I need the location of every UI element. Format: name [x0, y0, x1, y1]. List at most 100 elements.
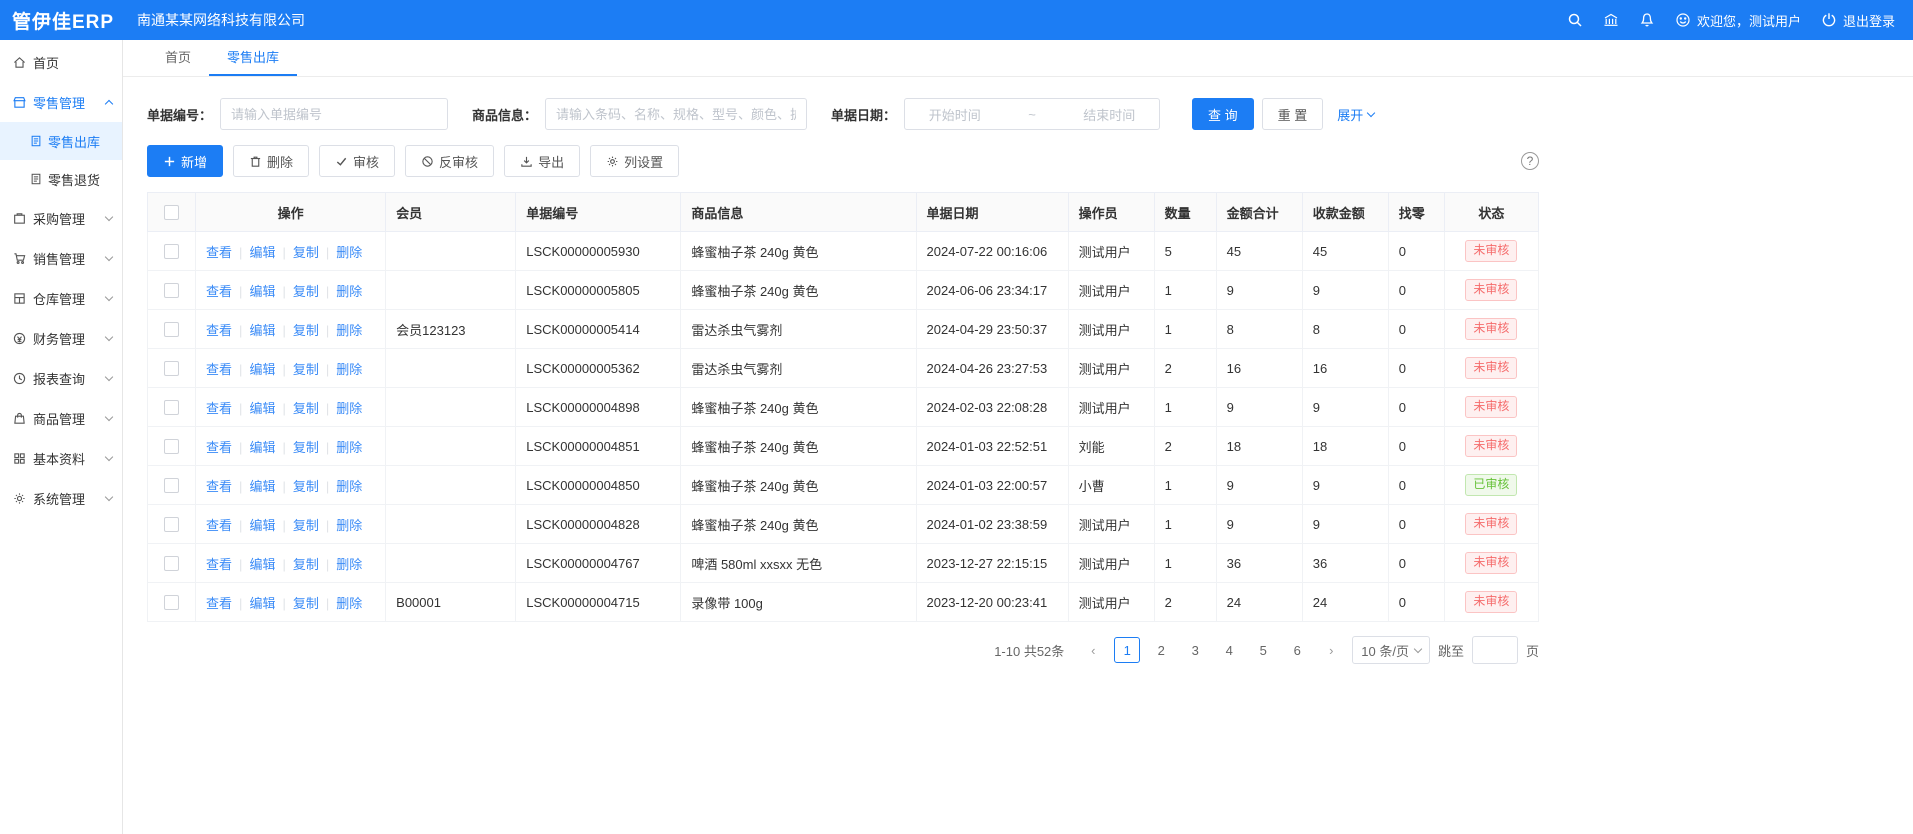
action-link-view[interactable]: 查看	[206, 323, 232, 338]
action-link-delete[interactable]: 删除	[336, 557, 362, 572]
page-size-select[interactable]: 10 条/页	[1352, 636, 1430, 664]
export-button[interactable]: 导出	[504, 145, 580, 177]
page-number-1[interactable]: 1	[1114, 637, 1140, 663]
page-number-6[interactable]: 6	[1284, 637, 1310, 663]
action-link-edit[interactable]: 编辑	[249, 518, 275, 533]
action-link-edit[interactable]: 编辑	[249, 323, 275, 338]
row-checkbox[interactable]	[164, 478, 179, 493]
action-link-edit[interactable]: 编辑	[249, 245, 275, 260]
expand-link[interactable]: 展开	[1337, 105, 1374, 124]
sidebar-item-home[interactable]: 首页	[0, 42, 122, 82]
sidebar-item-warehouse[interactable]: 仓库管理	[0, 278, 122, 318]
help-icon[interactable]: ?	[1521, 152, 1539, 170]
action-link-copy[interactable]: 复制	[293, 401, 319, 416]
action-link-copy[interactable]: 复制	[293, 479, 319, 494]
row-checkbox[interactable]	[164, 322, 179, 337]
action-link-edit[interactable]: 编辑	[249, 284, 275, 299]
sidebar-item-finance[interactable]: 财务管理	[0, 318, 122, 358]
delete-button[interactable]: 删除	[233, 145, 309, 177]
action-link-copy[interactable]: 复制	[293, 440, 319, 455]
action-link-delete[interactable]: 删除	[336, 323, 362, 338]
action-link-copy[interactable]: 复制	[293, 518, 319, 533]
unaudit-button[interactable]: 反审核	[405, 145, 494, 177]
audit-button[interactable]: 审核	[319, 145, 395, 177]
user-welcome[interactable]: 欢迎您，测试用户	[1675, 11, 1801, 30]
page-number-2[interactable]: 2	[1148, 637, 1174, 663]
action-link-view[interactable]: 查看	[206, 557, 232, 572]
action-link-copy[interactable]: 复制	[293, 284, 319, 299]
cell-change: 0	[1388, 271, 1444, 310]
sidebar-item-goods[interactable]: 商品管理	[0, 398, 122, 438]
date-range-picker[interactable]: 开始时间 ~ 结束时间	[904, 98, 1160, 130]
action-link-delete[interactable]: 删除	[336, 479, 362, 494]
row-checkbox[interactable]	[164, 595, 179, 610]
sidebar-item-reports[interactable]: 报表查询	[0, 358, 122, 398]
sidebar-item-retail[interactable]: 零售管理	[0, 82, 122, 122]
action-link-edit[interactable]: 编辑	[249, 479, 275, 494]
action-link-view[interactable]: 查看	[206, 479, 232, 494]
tab-home[interactable]: 首页	[147, 40, 209, 76]
date-separator: ~	[1028, 107, 1036, 122]
row-checkbox[interactable]	[164, 439, 179, 454]
action-link-copy[interactable]: 复制	[293, 557, 319, 572]
action-link-delete[interactable]: 删除	[336, 362, 362, 377]
action-link-edit[interactable]: 编辑	[249, 401, 275, 416]
sidebar-item-basic-data[interactable]: 基本资料	[0, 438, 122, 478]
row-checkbox[interactable]	[164, 361, 179, 376]
add-button[interactable]: 新增	[147, 145, 223, 177]
notification-bell-icon[interactable]	[1639, 12, 1655, 28]
prev-page-icon[interactable]: ‹	[1080, 637, 1106, 663]
row-checkbox[interactable]	[164, 517, 179, 532]
action-divider	[232, 284, 249, 299]
action-link-copy[interactable]: 复制	[293, 596, 319, 611]
home-portal-icon[interactable]	[1603, 12, 1619, 28]
goods-input[interactable]	[545, 98, 807, 130]
action-link-view[interactable]: 查看	[206, 245, 232, 260]
sidebar-item-sales[interactable]: 销售管理	[0, 238, 122, 278]
row-checkbox[interactable]	[164, 283, 179, 298]
cell-change: 0	[1388, 427, 1444, 466]
cell-qty: 1	[1154, 505, 1216, 544]
action-link-view[interactable]: 查看	[206, 401, 232, 416]
column-settings-button[interactable]: 列设置	[590, 145, 679, 177]
action-link-view[interactable]: 查看	[206, 362, 232, 377]
action-link-view[interactable]: 查看	[206, 440, 232, 455]
date-start-placeholder: 开始时间	[929, 105, 981, 124]
sidebar-item-purchase[interactable]: 采购管理	[0, 198, 122, 238]
action-link-view[interactable]: 查看	[206, 518, 232, 533]
jump-page-input[interactable]	[1472, 636, 1518, 664]
row-checkbox[interactable]	[164, 400, 179, 415]
action-link-delete[interactable]: 删除	[336, 284, 362, 299]
action-link-copy[interactable]: 复制	[293, 245, 319, 260]
action-link-delete[interactable]: 删除	[336, 245, 362, 260]
row-checkbox[interactable]	[164, 556, 179, 571]
action-link-edit[interactable]: 编辑	[249, 557, 275, 572]
action-link-copy[interactable]: 复制	[293, 362, 319, 377]
sidebar-item-retail-outbound[interactable]: 零售出库	[0, 122, 122, 160]
row-checkbox[interactable]	[164, 244, 179, 259]
logout-button[interactable]: 退出登录	[1821, 11, 1895, 30]
bill-no-input[interactable]	[220, 98, 448, 130]
page-number-5[interactable]: 5	[1250, 637, 1276, 663]
action-divider	[319, 557, 336, 572]
sidebar-item-retail-return[interactable]: 零售退货	[0, 160, 122, 198]
action-link-delete[interactable]: 删除	[336, 440, 362, 455]
tab-retail-outbound[interactable]: 零售出库	[209, 40, 297, 76]
select-all-checkbox[interactable]	[164, 205, 179, 220]
action-link-edit[interactable]: 编辑	[249, 440, 275, 455]
sidebar-item-system[interactable]: 系统管理	[0, 478, 122, 518]
action-link-delete[interactable]: 删除	[336, 401, 362, 416]
action-link-edit[interactable]: 编辑	[249, 362, 275, 377]
action-link-edit[interactable]: 编辑	[249, 596, 275, 611]
page-number-4[interactable]: 4	[1216, 637, 1242, 663]
next-page-icon[interactable]: ›	[1318, 637, 1344, 663]
action-link-delete[interactable]: 删除	[336, 596, 362, 611]
action-link-view[interactable]: 查看	[206, 284, 232, 299]
page-number-3[interactable]: 3	[1182, 637, 1208, 663]
search-button[interactable]: 查 询	[1192, 98, 1254, 130]
search-icon[interactable]	[1567, 12, 1583, 28]
reset-button[interactable]: 重 置	[1262, 98, 1324, 130]
action-link-copy[interactable]: 复制	[293, 323, 319, 338]
action-link-view[interactable]: 查看	[206, 596, 232, 611]
action-link-delete[interactable]: 删除	[336, 518, 362, 533]
